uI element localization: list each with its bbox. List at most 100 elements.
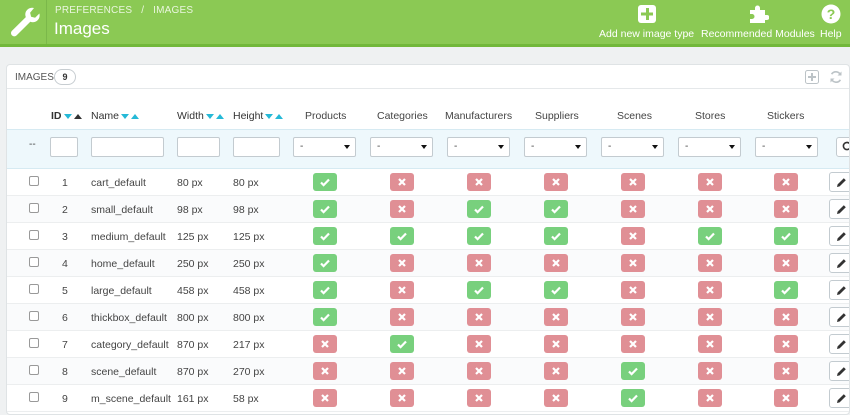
status-products-disabled-button[interactable] <box>313 389 337 407</box>
status-products-enabled-button[interactable] <box>313 254 337 272</box>
status-products-enabled-button[interactable] <box>313 227 337 245</box>
sort-desc-icon[interactable] <box>121 113 130 119</box>
row-checkbox[interactable] <box>29 230 39 240</box>
column-header-name[interactable]: Name <box>91 110 140 122</box>
status-stickers-disabled-button[interactable] <box>774 389 798 407</box>
refresh-icon[interactable] <box>829 70 843 84</box>
status-scenes-enabled-button[interactable] <box>621 389 645 407</box>
filter-height-input[interactable] <box>233 137 280 157</box>
status-scenes-disabled-button[interactable] <box>621 281 645 299</box>
row-checkbox[interactable] <box>29 257 39 267</box>
status-stores-enabled-button[interactable] <box>698 227 722 245</box>
status-manufacturers-disabled-button[interactable] <box>467 308 491 326</box>
filter-width-input[interactable] <box>177 137 220 157</box>
sort-desc-icon[interactable] <box>205 113 214 119</box>
filter-scenes-select[interactable]: - <box>601 137 664 157</box>
status-stores-disabled-button[interactable] <box>698 389 722 407</box>
status-suppliers-disabled-button[interactable] <box>544 335 568 353</box>
status-stores-disabled-button[interactable] <box>698 362 722 380</box>
search-button[interactable] <box>836 137 849 157</box>
status-stickers-disabled-button[interactable] <box>774 308 798 326</box>
status-stores-disabled-button[interactable] <box>698 254 722 272</box>
status-suppliers-disabled-button[interactable] <box>544 173 568 191</box>
status-manufacturers-enabled-button[interactable] <box>467 200 491 218</box>
edit-button[interactable] <box>829 307 849 327</box>
status-stickers-disabled-button[interactable] <box>774 335 798 353</box>
edit-button[interactable] <box>829 172 849 192</box>
status-suppliers-disabled-button[interactable] <box>544 254 568 272</box>
edit-button[interactable] <box>829 226 849 246</box>
row-checkbox[interactable] <box>29 338 39 348</box>
status-products-disabled-button[interactable] <box>313 362 337 380</box>
status-stores-disabled-button[interactable] <box>698 281 722 299</box>
sort-desc-icon[interactable] <box>63 113 72 119</box>
status-products-enabled-button[interactable] <box>313 173 337 191</box>
breadcrumb-item[interactable]: PREFERENCES <box>55 5 132 16</box>
status-stores-disabled-button[interactable] <box>698 173 722 191</box>
sort-asc-icon[interactable] <box>215 113 224 119</box>
edit-button[interactable] <box>829 280 849 300</box>
status-categories-disabled-button[interactable] <box>390 173 414 191</box>
sort-asc-icon[interactable] <box>73 113 82 119</box>
filter-manufacturers-select[interactable]: - <box>447 137 510 157</box>
column-header-width[interactable]: Width <box>177 110 224 122</box>
breadcrumb-item[interactable]: IMAGES <box>153 5 193 16</box>
edit-button[interactable] <box>829 361 849 381</box>
status-stickers-disabled-button[interactable] <box>774 200 798 218</box>
status-products-enabled-button[interactable] <box>313 308 337 326</box>
status-manufacturers-disabled-button[interactable] <box>467 362 491 380</box>
status-suppliers-enabled-button[interactable] <box>544 200 568 218</box>
status-manufacturers-disabled-button[interactable] <box>467 335 491 353</box>
sort-desc-icon[interactable] <box>265 113 274 119</box>
row-checkbox[interactable] <box>29 284 39 294</box>
row-checkbox[interactable] <box>29 311 39 321</box>
status-scenes-disabled-button[interactable] <box>621 308 645 326</box>
status-stickers-disabled-button[interactable] <box>774 254 798 272</box>
status-suppliers-disabled-button[interactable] <box>544 362 568 380</box>
status-categories-disabled-button[interactable] <box>390 254 414 272</box>
column-header-id[interactable]: ID <box>51 110 82 122</box>
status-manufacturers-disabled-button[interactable] <box>467 173 491 191</box>
status-stores-disabled-button[interactable] <box>698 200 722 218</box>
status-stickers-enabled-button[interactable] <box>774 281 798 299</box>
status-suppliers-enabled-button[interactable] <box>544 281 568 299</box>
status-stickers-enabled-button[interactable] <box>774 227 798 245</box>
status-categories-enabled-button[interactable] <box>390 227 414 245</box>
add-image-type-button[interactable]: Add new image type <box>599 4 694 40</box>
filter-name-input[interactable] <box>91 137 164 157</box>
sort-asc-icon[interactable] <box>275 113 284 119</box>
status-categories-disabled-button[interactable] <box>390 281 414 299</box>
edit-button[interactable] <box>829 253 849 273</box>
column-header-height[interactable]: Height <box>233 110 284 122</box>
filter-id-input[interactable] <box>50 137 78 157</box>
status-scenes-disabled-button[interactable] <box>621 173 645 191</box>
status-scenes-disabled-button[interactable] <box>621 254 645 272</box>
status-categories-disabled-button[interactable] <box>390 308 414 326</box>
status-categories-disabled-button[interactable] <box>390 362 414 380</box>
status-scenes-disabled-button[interactable] <box>621 335 645 353</box>
status-categories-enabled-button[interactable] <box>390 335 414 353</box>
recommended-modules-button[interactable]: Recommended Modules <box>701 4 815 40</box>
edit-button[interactable] <box>829 388 849 408</box>
edit-button[interactable] <box>829 199 849 219</box>
status-categories-disabled-button[interactable] <box>390 389 414 407</box>
add-icon[interactable] <box>805 70 819 84</box>
filter-stores-select[interactable]: - <box>678 137 741 157</box>
status-scenes-disabled-button[interactable] <box>621 200 645 218</box>
filter-categories-select[interactable]: - <box>370 137 433 157</box>
filter-products-select[interactable]: - <box>293 137 356 157</box>
status-suppliers-enabled-button[interactable] <box>544 227 568 245</box>
row-checkbox[interactable] <box>29 203 39 213</box>
status-manufacturers-enabled-button[interactable] <box>467 281 491 299</box>
status-stickers-disabled-button[interactable] <box>774 173 798 191</box>
status-manufacturers-disabled-button[interactable] <box>467 389 491 407</box>
status-suppliers-disabled-button[interactable] <box>544 308 568 326</box>
status-products-enabled-button[interactable] <box>313 200 337 218</box>
row-checkbox[interactable] <box>29 176 39 186</box>
sort-asc-icon[interactable] <box>131 113 140 119</box>
help-button[interactable]: ? Help <box>820 4 842 40</box>
status-manufacturers-disabled-button[interactable] <box>467 254 491 272</box>
filter-suppliers-select[interactable]: - <box>524 137 587 157</box>
row-checkbox[interactable] <box>29 392 39 402</box>
status-manufacturers-enabled-button[interactable] <box>467 227 491 245</box>
